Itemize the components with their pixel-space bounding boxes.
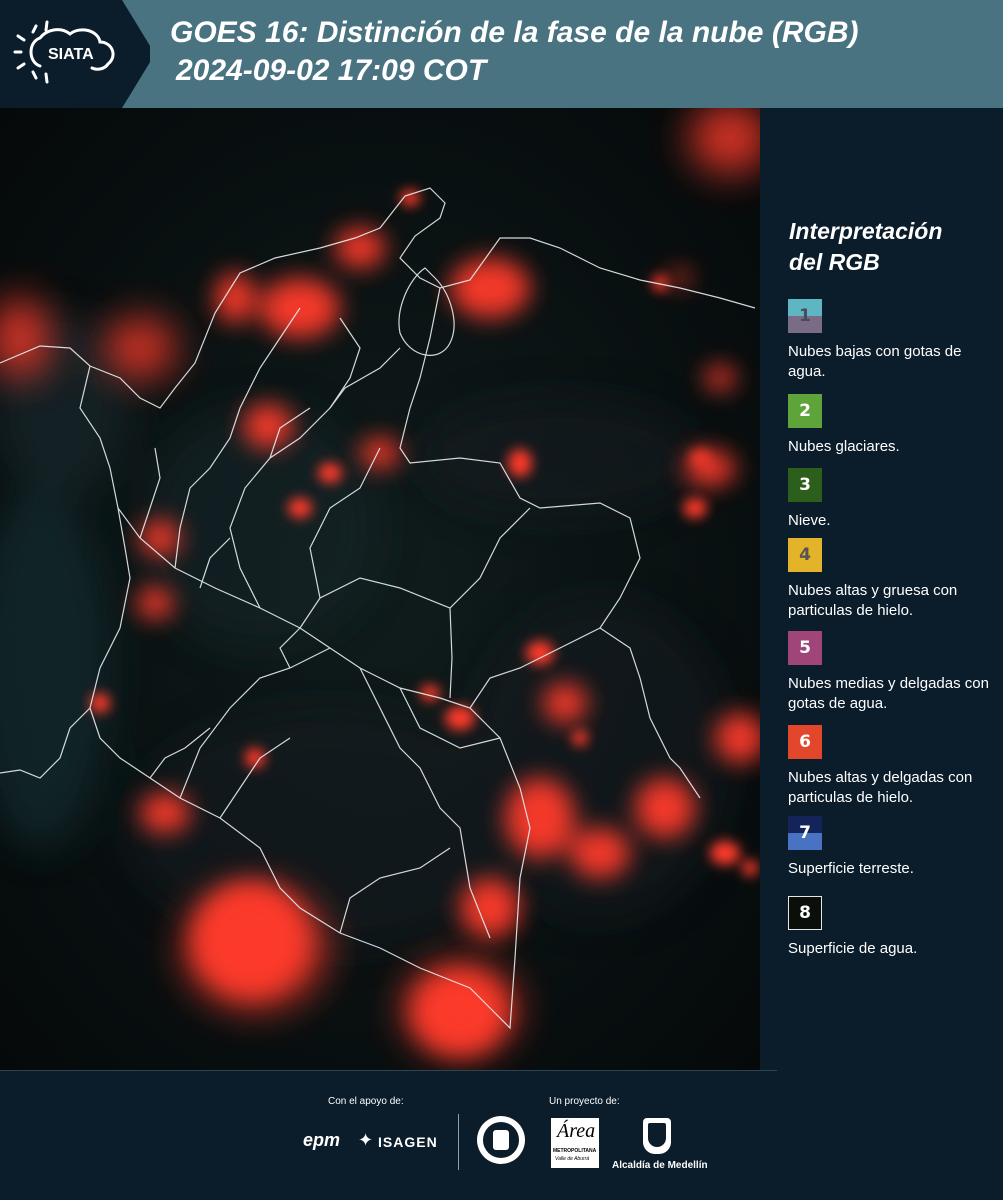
epm-logo: epm	[303, 1130, 341, 1150]
isagen-logo: ISAGEN	[378, 1134, 438, 1150]
legend-number: 7	[799, 823, 811, 843]
legend-label: Nubes glaciares.	[788, 438, 900, 455]
legend-item: 1 Nubes bajas con gotas de agua.	[788, 299, 998, 382]
page-title: GOES 16: Distinción de la fase de la nub…	[170, 14, 858, 90]
legend-item: 3 Nieve.	[788, 468, 998, 531]
legend-number: 6	[799, 732, 811, 752]
legend-number: 3	[799, 475, 811, 495]
isagen-icon: ✦	[358, 1130, 374, 1150]
legend-swatch: 5	[788, 631, 822, 665]
legend-swatch: 4	[788, 538, 822, 572]
legend-label: Nubes medias y delgadas con gotas de agu…	[788, 675, 989, 712]
legend-item: 6 Nubes altas y delgadas con particulas d…	[788, 725, 998, 808]
legend-item: 4 Nubes altas y gruesa con particulas de …	[788, 538, 998, 621]
legend-swatch: 2	[788, 394, 822, 428]
university-seal-icon	[477, 1116, 525, 1164]
legend-title-line-2: del RGB	[789, 249, 880, 275]
legend-item: 2 Nubes glaciares.	[788, 394, 998, 457]
footer: Con el apoyo de: Un proyecto de: epm ✦ I…	[0, 1070, 1003, 1200]
title-line-2: 2024-09-02 17:09 COT	[176, 54, 487, 87]
amva-logo: Área METROPOLITANA Valle de Aburrá	[551, 1118, 599, 1168]
legend-swatch: 1	[788, 299, 822, 333]
siata-logo-text: SIATA	[48, 46, 94, 63]
legend-number: 1	[799, 306, 811, 326]
legend-number: 4	[799, 545, 811, 565]
legend-item: 7 Superficie terreste.	[788, 816, 998, 879]
legend-title-line-1: Interpretación	[789, 218, 943, 244]
satellite-image	[0, 108, 760, 1070]
legend-panel: Interpretación del RGB 1 Nubes bajas con …	[760, 108, 1003, 1070]
project-label: Un proyecto de:	[549, 1096, 620, 1107]
header-bar: SIATA GOES 16: Distinción de la fase de …	[0, 0, 1003, 108]
medellin-shield-icon	[643, 1118, 671, 1154]
legend-item: 5 Nubes medias y delgadas con gotas de ag…	[788, 631, 998, 714]
title-line-1: GOES 16: Distinción de la fase de la nub…	[170, 16, 859, 49]
amva-logo-name: Área	[557, 1120, 596, 1142]
satellite-map	[0, 108, 760, 1070]
legend-swatch: 8	[788, 896, 822, 930]
siata-logo[interactable]: SIATA	[0, 0, 150, 108]
legend-label: Nubes altas y gruesa con particulas de h…	[788, 582, 958, 619]
alcaldia-logo: Alcaldía de Medellín	[612, 1160, 708, 1171]
footer-separator	[458, 1114, 459, 1170]
amva-logo-sub2: Valle de Aburrá	[555, 1156, 590, 1162]
legend-swatch: 3	[788, 468, 822, 502]
legend-label: Nieve.	[788, 512, 831, 529]
amva-logo-sub1: METROPOLITANA	[553, 1148, 597, 1154]
legend-label: Superficie terreste.	[788, 860, 914, 877]
legend-label: Superficie de agua.	[788, 940, 918, 957]
support-label: Con el apoyo de:	[328, 1096, 404, 1107]
legend-label: Nubes bajas con gotas de agua.	[788, 343, 962, 380]
legend-swatch: 7	[788, 816, 822, 850]
legend-item: 8 Superficie de agua.	[788, 896, 998, 959]
legend-number: 2	[799, 401, 811, 421]
legend-label: Nubes altas y delgadas con particulas de…	[788, 769, 973, 806]
legend-number: 8	[799, 903, 811, 923]
footer-divider	[0, 1070, 777, 1071]
legend-swatch: 6	[788, 725, 822, 759]
legend-title: Interpretación del RGB	[789, 216, 942, 278]
legend-number: 5	[799, 638, 811, 658]
